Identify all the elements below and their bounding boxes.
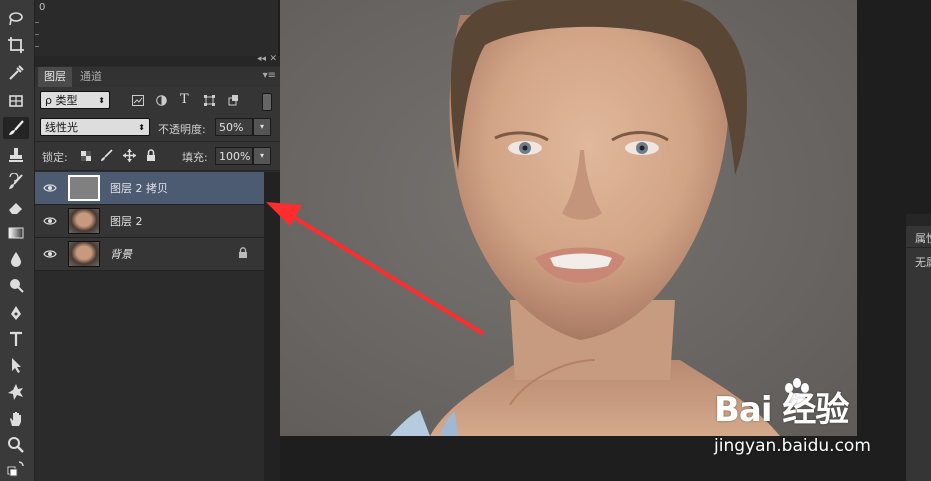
type-filter-icon[interactable]: T — [180, 92, 189, 107]
visibility-eye-icon[interactable] — [43, 181, 57, 195]
patch-icon[interactable] — [3, 90, 29, 112]
filter-toggle[interactable] — [262, 93, 272, 111]
type-icon[interactable] — [3, 328, 29, 350]
layer-row[interactable]: 图层 2 拷贝 — [35, 172, 264, 205]
properties-panel: 属性 无属 — [906, 214, 931, 481]
crop-icon[interactable] — [3, 34, 29, 56]
watermark-url: jingyan.baidu.com — [714, 436, 871, 456]
blur-icon[interactable] — [3, 248, 29, 270]
tab-channels[interactable]: 通道 — [74, 67, 108, 87]
adjustment-filter-icon[interactable] — [156, 95, 167, 106]
pixel-filter-icon[interactable] — [132, 95, 144, 106]
lock-label: 锁定: — [42, 151, 68, 164]
vertical-ruler: 0 — [35, 0, 278, 56]
shape-icon[interactable] — [3, 381, 29, 403]
panel-menu-icon[interactable]: ▾≡ — [263, 70, 276, 81]
lock-position-icon[interactable] — [123, 149, 136, 162]
updown-icon: ⬍ — [98, 96, 105, 105]
watermark-brand: Bai 经验 — [714, 390, 849, 430]
pen-icon[interactable] — [3, 302, 29, 324]
layer-name[interactable]: 图层 2 拷贝 — [110, 180, 168, 196]
properties-header[interactable] — [906, 214, 931, 226]
layer-thumbnail — [68, 175, 100, 201]
close-icon[interactable]: ✕ — [269, 54, 277, 64]
layer-name[interactable]: 背景 — [110, 246, 132, 262]
opacity-input[interactable]: 50% — [215, 118, 253, 136]
lock-icon — [239, 247, 247, 258]
path-select-icon[interactable] — [3, 354, 29, 376]
properties-title[interactable]: 属性 — [915, 230, 931, 246]
blend-mode-select[interactable]: 线性光 ⬍ — [40, 118, 150, 136]
gradient-icon[interactable] — [3, 222, 29, 244]
visibility-eye-icon[interactable] — [43, 247, 57, 261]
brush-icon[interactable] — [3, 117, 29, 139]
layers-panel: ◂◂ ✕ 图层 通道 ▾≡ ρ 类型 ⬍ T 线性光 ⬍ 不透明度: 50% ▾… — [35, 54, 280, 481]
history-brush-icon[interactable] — [3, 171, 29, 193]
stamp-icon[interactable] — [3, 144, 29, 166]
layers-scrollbar[interactable] — [264, 172, 280, 481]
layer-name[interactable]: 图层 2 — [110, 213, 143, 229]
portrait-image — [280, 0, 857, 436]
layers-list: 图层 2 拷贝 图层 2 背景 — [35, 172, 264, 481]
layer-row[interactable]: 图层 2 — [35, 205, 264, 238]
filter-kind-select[interactable]: ρ 类型 ⬍ — [40, 91, 110, 109]
zoom-icon[interactable] — [3, 434, 29, 456]
lock-pixels-icon[interactable] — [100, 149, 113, 162]
layer-thumbnail — [68, 241, 100, 267]
filter-kind-label: ρ 类型 — [45, 94, 78, 107]
blend-row: 线性光 ⬍ 不透明度: 50% ▾ — [35, 115, 280, 142]
properties-subtitle: 无属 — [915, 256, 931, 269]
smartobject-filter-icon[interactable] — [228, 94, 239, 106]
lock-transparent-icon[interactable] — [81, 151, 91, 161]
portrait-photo — [280, 0, 857, 436]
panel-header[interactable]: ◂◂ ✕ — [35, 54, 280, 66]
updown-icon: ⬍ — [138, 123, 145, 132]
dodge-icon[interactable] — [3, 274, 29, 296]
visibility-eye-icon[interactable] — [43, 214, 57, 228]
opacity-label: 不透明度: — [158, 123, 206, 136]
lock-all-icon[interactable] — [146, 149, 156, 162]
opacity-dropdown-icon[interactable]: ▾ — [253, 118, 271, 136]
hand-icon[interactable] — [3, 408, 29, 430]
panel-tabs: 图层 通道 ▾≡ — [35, 67, 280, 88]
ruler-origin: 0 — [39, 2, 46, 13]
filter-row: ρ 类型 ⬍ T — [35, 87, 280, 116]
eraser-icon[interactable] — [3, 196, 29, 218]
color-swap-icon[interactable] — [3, 457, 29, 479]
layer-thumbnail — [68, 208, 100, 234]
eyedropper-icon[interactable] — [3, 62, 29, 84]
fill-label: 填充: — [182, 151, 208, 164]
fill-dropdown-icon[interactable]: ▾ — [253, 147, 271, 165]
lasso-icon[interactable] — [3, 8, 29, 30]
lock-row: 锁定: 填充: 100% ▾ — [35, 142, 280, 171]
tools-panel — [0, 0, 35, 481]
baidu-watermark: Bai 经验 jingyan.baidu.com — [714, 378, 884, 462]
shape-filter-icon[interactable] — [204, 95, 215, 106]
collapse-icon[interactable]: ◂◂ — [257, 54, 266, 64]
tab-layers[interactable]: 图层 — [38, 67, 72, 87]
fill-input[interactable]: 100% — [215, 147, 253, 165]
blend-mode-label: 线性光 — [45, 121, 78, 134]
layer-row[interactable]: 背景 — [35, 238, 264, 271]
